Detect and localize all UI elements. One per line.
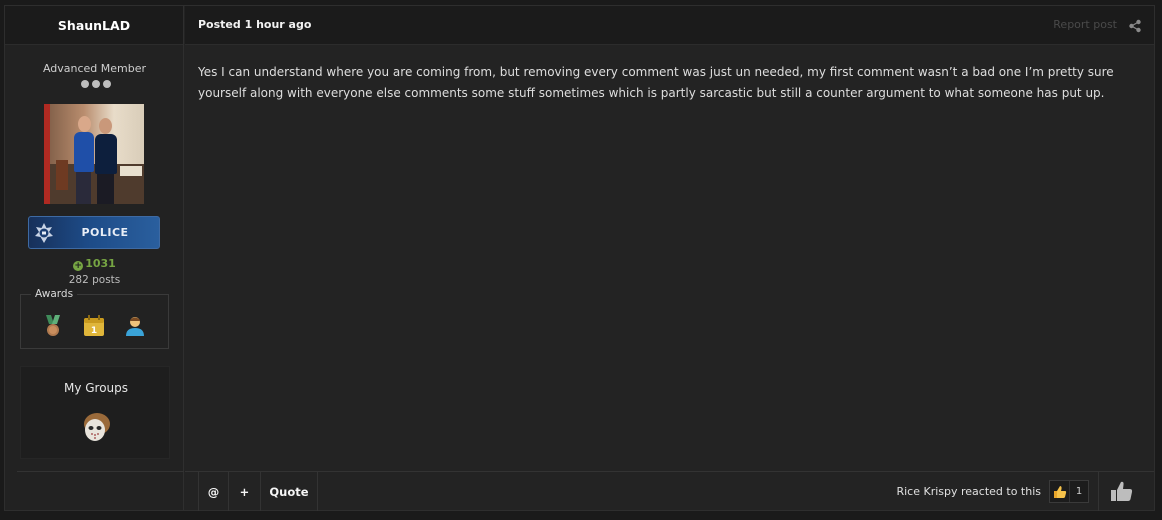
rank-pips xyxy=(81,80,111,88)
bronze-medal-icon[interactable] xyxy=(42,315,64,337)
multiquote-button[interactable]: + xyxy=(229,472,261,511)
share-icon[interactable] xyxy=(1128,18,1142,33)
member-title: Advanced Member xyxy=(42,62,147,75)
rank-label: POLICE xyxy=(81,226,129,239)
author-divider xyxy=(17,471,184,472)
post-content: Posted 1 hour ago Report post Yes I can … xyxy=(185,6,1154,511)
reaction-summary[interactable]: Rice Krispy reacted to this xyxy=(896,485,1041,498)
post-footer: @ + Quote Rice Krispy reacted to this 1 xyxy=(185,471,1154,511)
awards-legend: Awards xyxy=(31,288,78,300)
forum-post: ShaunLAD Advanced Member POLICE + 1031 2… xyxy=(4,5,1155,511)
reaction-badge[interactable]: 1 xyxy=(1049,480,1089,503)
calendar-icon[interactable]: 1 xyxy=(83,315,105,337)
post-timestamp[interactable]: Posted 1 hour ago xyxy=(198,18,311,31)
plus-circle-icon: + xyxy=(73,261,84,271)
svg-text:1: 1 xyxy=(91,326,97,336)
hockey-mask-icon[interactable] xyxy=(80,411,112,443)
rank-pip xyxy=(103,80,111,88)
my-groups-title: My Groups xyxy=(63,381,129,395)
rank-pip xyxy=(81,80,89,88)
avatar[interactable] xyxy=(44,104,144,204)
like-thumbs-up-icon[interactable] xyxy=(1110,479,1134,503)
police-emblem-icon xyxy=(29,217,59,248)
rank-pip xyxy=(92,80,100,88)
mention-button[interactable]: @ xyxy=(198,472,229,511)
post-header: Posted 1 hour ago Report post xyxy=(185,6,1154,45)
reaction-count: 1 xyxy=(1075,486,1083,497)
rank-badge: POLICE xyxy=(28,216,160,249)
my-groups-box: My Groups xyxy=(20,366,170,459)
quote-button[interactable]: Quote xyxy=(261,472,318,511)
reaction-divider xyxy=(1098,472,1099,511)
reputation: +1031 xyxy=(5,257,184,271)
author-header: ShaunLAD xyxy=(5,6,183,45)
report-post-link[interactable]: Report post xyxy=(1053,18,1117,31)
post-count: 282 posts xyxy=(68,274,121,286)
author-name[interactable]: ShaunLAD xyxy=(58,18,130,33)
thumbs-up-emoji-icon xyxy=(1050,481,1070,502)
awards-box: Awards 1 xyxy=(20,288,169,349)
member-person-icon[interactable] xyxy=(124,315,146,337)
reputation-value: 1031 xyxy=(85,257,116,270)
post-body: Yes I can understand where you are comin… xyxy=(198,65,1114,100)
author-panel: ShaunLAD Advanced Member POLICE + 1031 2… xyxy=(5,6,184,510)
